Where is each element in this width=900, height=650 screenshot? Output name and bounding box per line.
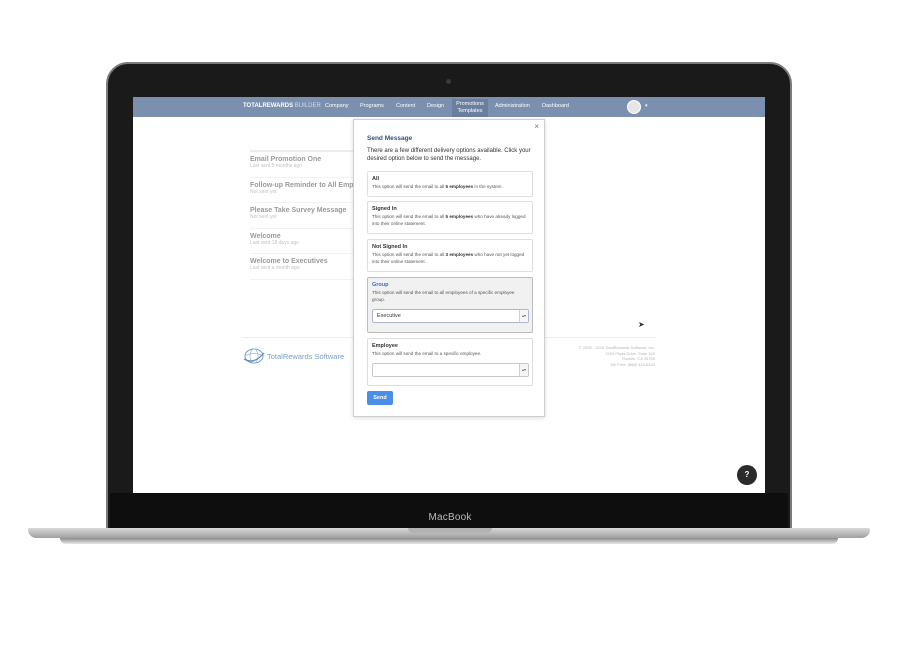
nav-templates-label: Templates (457, 108, 483, 114)
nav-dashboard[interactable]: Dashboard (542, 103, 569, 109)
option-employee[interactable]: Employee This option will send the email… (367, 338, 533, 386)
option-description: This option will send the email to a spe… (372, 351, 482, 356)
footer-logo-text: TotalRewards Software (267, 351, 345, 361)
option-signed-in[interactable]: Signed In This option will send the emai… (367, 201, 533, 234)
chevron-down-icon[interactable]: ▾ (645, 103, 648, 109)
top-navbar: TOTALREWARDS BUILDER Company Programs Co… (133, 97, 765, 117)
select-arrows-icon: ▴▾ (519, 364, 528, 376)
option-title: Not Signed In (372, 244, 408, 250)
footer-phone: Toll Free: (888) 419-6142 (610, 361, 655, 367)
list-item[interactable]: Welcome to Executives Last sent a month … (250, 254, 360, 280)
send-button[interactable]: Send (367, 391, 393, 405)
logo-light: BUILDER (294, 103, 321, 109)
message-title: Please Take Survey Message (250, 207, 347, 214)
group-select-value: Executive (377, 313, 401, 319)
footer-logo: TotalRewards Software (243, 347, 344, 365)
list-item[interactable]: Welcome Last sent 18 days ago (250, 229, 360, 254)
message-status: Not sent yet (250, 188, 277, 195)
nav-company[interactable]: Company (325, 103, 349, 109)
message-title: Welcome to Executives (250, 258, 328, 265)
message-status: Not sent yet (250, 214, 277, 220)
message-status: Last sent 18 days ago (250, 239, 299, 246)
app-logo[interactable]: TOTALREWARDS BUILDER (243, 103, 321, 109)
message-status: Last sent a month ago (250, 265, 300, 271)
option-all[interactable]: All This option will send the email to a… (367, 171, 533, 197)
camera-icon (446, 79, 451, 84)
message-title: Follow-up Reminder to All Empl (250, 181, 356, 189)
user-avatar[interactable] (627, 100, 641, 114)
option-group[interactable]: Group This option will send the email to… (367, 277, 533, 333)
globe-logo-icon (243, 347, 265, 365)
laptop-base-shadow (60, 538, 838, 544)
modal-description: There are a few different delivery optio… (367, 148, 531, 162)
laptop-notch (408, 528, 492, 533)
option-description: This option will send the email to all 5… (372, 184, 503, 189)
modal-title: Send Message (367, 135, 413, 142)
app-screen: TOTALREWARDS BUILDER Company Programs Co… (133, 97, 765, 493)
nav-promotions-label: Promotions (456, 101, 484, 107)
option-title: All (372, 176, 380, 182)
option-title: Signed In (372, 206, 397, 212)
footer-info: © 2008 - 2015 TotalRewards Software, Inc… (565, 345, 655, 367)
nav-promotions-templates[interactable]: Promotions Templates (452, 99, 488, 117)
message-title: Welcome (250, 232, 281, 240)
nav-content[interactable]: Content (396, 103, 415, 109)
list-item[interactable]: Follow-up Reminder to All Empl Not sent … (250, 178, 360, 203)
message-status: Last sent 5 months ago (250, 163, 302, 169)
option-not-signed-in[interactable]: Not Signed In This option will send the … (367, 239, 533, 272)
send-message-modal: × Send Message There are a few different… (353, 119, 545, 417)
option-title: Group (372, 282, 389, 288)
footer-copyright: © 2008 - 2015 TotalRewards Software, Inc… (578, 345, 655, 350)
message-list: Email Promotion One Last sent 5 months a… (250, 152, 360, 280)
employee-select[interactable]: ▴▾ (372, 363, 529, 377)
nav-design[interactable]: Design (427, 103, 444, 109)
laptop-bezel (110, 493, 788, 529)
list-item[interactable]: Email Promotion One Last sent 5 months a… (250, 152, 360, 178)
message-title: Email Promotion One (250, 156, 322, 163)
list-item[interactable]: Please Take Survey Message Not sent yet (250, 203, 360, 229)
help-button[interactable]: ? (737, 465, 757, 485)
option-description: This option will send the email to all 3… (372, 252, 525, 264)
option-title: Employee (372, 343, 398, 349)
close-icon[interactable]: × (534, 122, 539, 131)
select-arrows-icon: ▴▾ (519, 310, 528, 322)
laptop-brand: MacBook (428, 512, 472, 523)
option-description: This option will send the email to all 5… (372, 214, 526, 226)
option-description: This option will send the email to all e… (372, 290, 515, 302)
nav-programs[interactable]: Programs (360, 103, 384, 109)
nav-administration[interactable]: Administration (495, 103, 530, 109)
logo-bold: TOTALREWARDS (243, 103, 294, 109)
group-select[interactable]: Executive ▴▾ (372, 309, 529, 323)
mouse-cursor-icon: ➤ (638, 320, 645, 329)
